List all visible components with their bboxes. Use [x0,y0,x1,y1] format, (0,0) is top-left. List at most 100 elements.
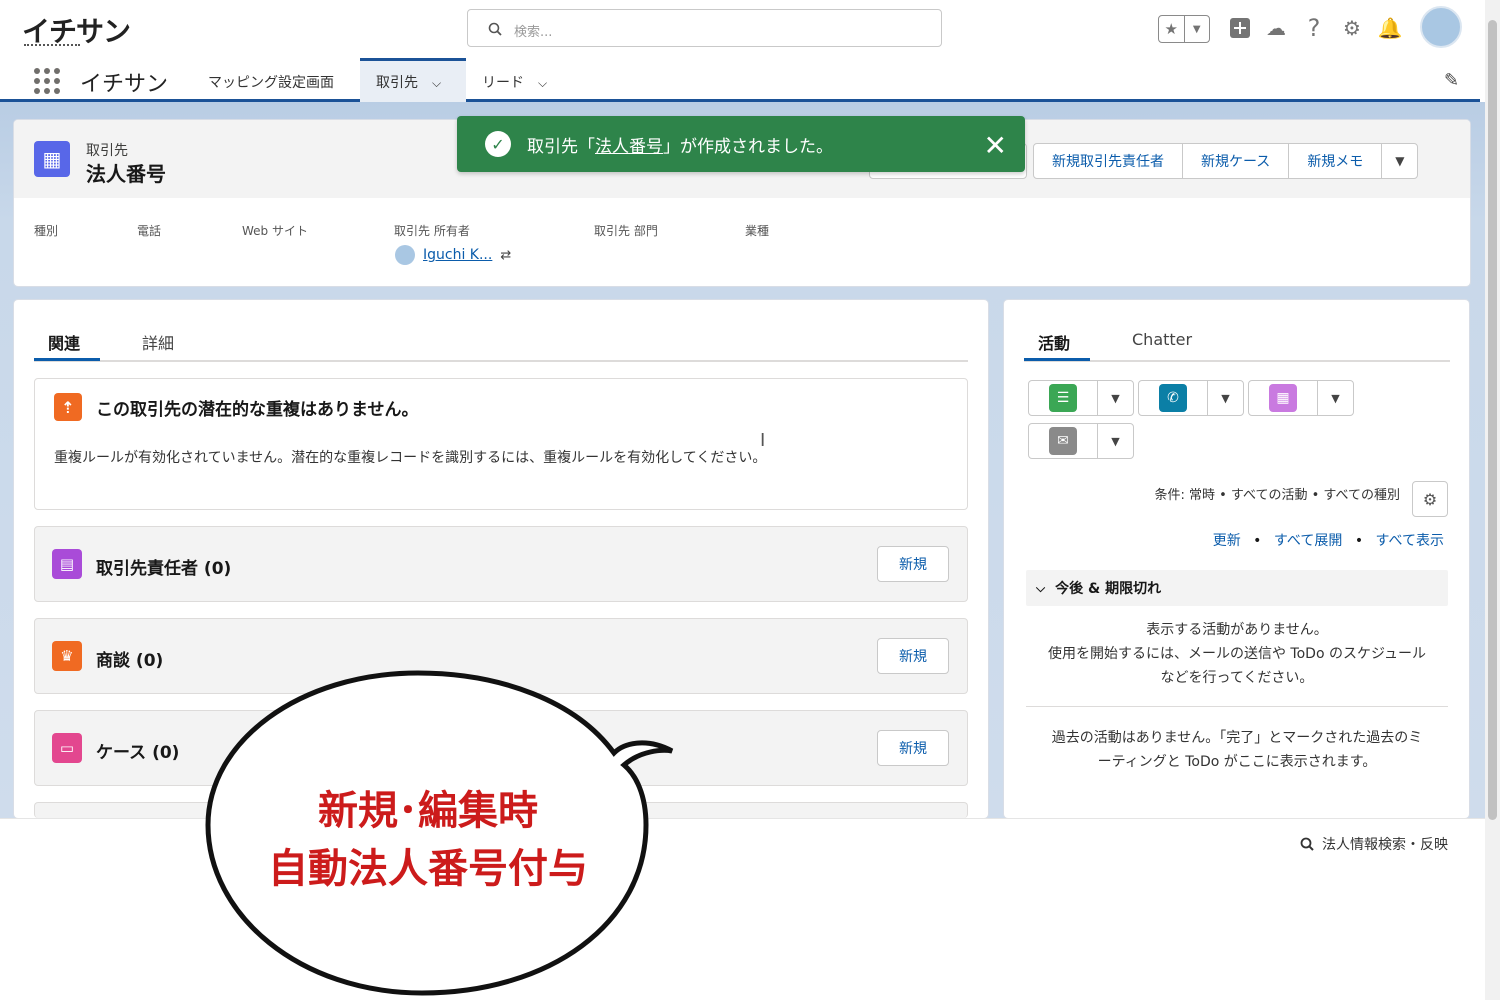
new-case-list-button[interactable]: 新規 [877,730,949,766]
duplicate-title: この取引先の潜在的な重複はありません。 [96,400,419,420]
duplicate-alert-icon: ⇡ [54,393,82,421]
new-note-button[interactable]: 新規メモ [1288,144,1381,178]
owner-link[interactable]: Iguchi K... [423,247,492,263]
change-owner-icon[interactable]: ⇄ [500,248,511,263]
contact-icon: ▤ [52,549,82,579]
field-label-type: 種別 [34,224,59,238]
new-case-button[interactable]: 新規ケース [1182,144,1288,178]
view-all-link[interactable]: すべて表示 [1376,533,1444,549]
field-label-industry: 業種 [745,224,770,238]
nav-tab-accounts[interactable]: 取引先 ⌵ [360,58,466,102]
toast-prefix: 取引先「 [527,136,595,157]
email-button[interactable]: ✉ [1029,424,1097,458]
favorites-button[interactable]: ★ ▼ [1158,15,1210,43]
callout-line-1: 新規･編集時 [318,788,538,834]
bell-icon[interactable]: 🔔 [1376,14,1404,42]
close-icon[interactable]: ✕ [984,129,1007,162]
tab-chatter[interactable]: Chatter [1132,330,1192,349]
nav-tab-leads[interactable]: リード ⌵ [466,58,563,102]
related-list-title[interactable]: 商談 (0) [96,646,163,671]
empty-line: 過去の活動はありません。「完了」とマークされた過去のミ [1051,730,1423,746]
gear-icon[interactable]: ⚙ [1338,14,1366,42]
callout-line-2: 自動法人番号付与 [268,846,588,892]
toast-suffix: 」が作成されました。 [663,136,833,157]
user-avatar[interactable] [1420,6,1462,48]
activity-filter-text: 条件: 常時 • すべての活動 • すべての種別 [1154,488,1400,503]
record-action-buttons: 新規取引先責任者 新規ケース 新規メモ ▼ [1033,143,1419,179]
tab-activity[interactable]: 活動 [1038,330,1070,354]
link-separator: • [1253,533,1262,549]
task-dropdown[interactable]: ▼ [1097,381,1133,415]
account-object-icon: ▦ [34,141,70,177]
email-dropdown[interactable]: ▼ [1097,424,1133,458]
log-call-button-group: ✆ ▼ [1138,380,1244,416]
empty-line: 表示する活動がありません。 [1146,622,1328,638]
utility-corporate-search[interactable]: 法人情報検索・反映 [1300,834,1448,854]
owner-avatar [395,245,415,265]
more-actions-dropdown[interactable]: ▼ [1381,144,1417,178]
upcoming-title: 今後 & 期限切れ [1055,581,1162,597]
upcoming-overdue-section[interactable]: ⌵ 今後 & 期限切れ [1026,570,1448,606]
duplicate-message: 重複ルールが有効化されていません。潜在的な重複レコードを識別するには、重複ルール… [54,450,767,466]
global-search-input[interactable]: 検索... [467,9,942,47]
chevron-down-icon[interactable]: ⌵ [538,76,547,90]
activity-links: 更新 • すべて展開 • すべて表示 [1030,530,1444,550]
star-icon[interactable]: ★ [1159,16,1184,42]
new-contact-button[interactable]: 新規取引先責任者 [1034,144,1182,178]
tab-related[interactable]: 関連 [48,330,80,354]
chevron-down-icon[interactable]: ▼ [1183,16,1210,42]
field-label-website: Web サイト [242,224,308,238]
field-label-owner: 取引先 所有者 [394,224,470,238]
email-button-group: ✉ ▼ [1028,423,1134,459]
email-icon: ✉ [1049,427,1077,455]
related-list-title[interactable]: ケース (0) [96,738,179,763]
new-event-button-group: ▦ ▼ [1248,380,1354,416]
tab-details[interactable]: 詳細 [142,330,174,354]
empty-line: などを行ってください。 [1160,670,1314,686]
tab-active-indicator [34,358,100,361]
new-event-button[interactable]: ▦ [1249,381,1317,415]
nav-tab-label: リード [482,75,524,91]
event-dropdown[interactable]: ▼ [1317,381,1353,415]
object-type-label: 取引先 [86,143,128,159]
scrollbar-thumb[interactable] [1488,20,1497,820]
search-icon [1300,837,1314,851]
nav-tab-label: マッピング設定画面 [208,75,334,91]
utility-label: 法人情報検索・反映 [1322,837,1448,853]
case-icon: ▭ [52,733,82,763]
call-dropdown[interactable]: ▼ [1207,381,1243,415]
cloud-icon[interactable]: ☁ [1262,14,1290,42]
upcoming-empty-message: 表示する活動がありません。 使用を開始するには、メールの送信や ToDo のスケ… [1026,618,1448,690]
nav-tab-label: 取引先 [376,75,418,91]
search-icon [488,22,502,36]
related-list-title[interactable]: 取引先責任者 (0) [96,554,231,579]
search-placeholder: 検索... [514,25,553,40]
plus-icon[interactable] [1226,14,1254,42]
refresh-link[interactable]: 更新 [1213,533,1241,549]
help-icon[interactable]: ? [1300,14,1328,42]
new-contact-list-button[interactable]: 新規 [877,546,949,582]
app-launcher-icon[interactable] [34,68,60,94]
success-toast: ✓ 取引先「 法人番号 」が作成されました。 ✕ [457,116,1025,172]
toast-record-link[interactable]: 法人番号 [595,132,663,157]
new-task-button[interactable]: ☰ [1029,381,1097,415]
section-divider [1026,706,1448,707]
expand-all-link[interactable]: すべて展開 [1274,533,1342,549]
record-name: 法人番号 [86,162,166,186]
text-cursor-icon: I [760,430,766,451]
new-opportunity-button[interactable]: 新規 [877,638,949,674]
phone-icon: ✆ [1159,384,1187,412]
empty-line: ーティングと ToDo がここに表示されます。 [1097,754,1377,770]
empty-line: 使用を開始するには、メールの送信や ToDo のスケジュール [1047,646,1426,662]
nav-tab-mapping[interactable]: マッピング設定画面 [192,58,350,102]
opportunity-crown-icon: ♛ [52,641,82,671]
calendar-icon: ▦ [1269,384,1297,412]
task-icon: ☰ [1049,384,1077,412]
past-activity-message: 過去の活動はありません。「完了」とマークされた過去のミ ーティングと ToDo … [1026,726,1448,774]
log-call-button[interactable]: ✆ [1139,381,1207,415]
logo-underline [24,44,80,46]
app-name: イチサン [80,72,169,97]
chevron-down-icon[interactable]: ⌵ [432,76,441,90]
edit-nav-pencil-icon[interactable]: ✎ [1444,70,1459,91]
filter-settings-gear-icon[interactable]: ⚙ [1412,481,1448,517]
